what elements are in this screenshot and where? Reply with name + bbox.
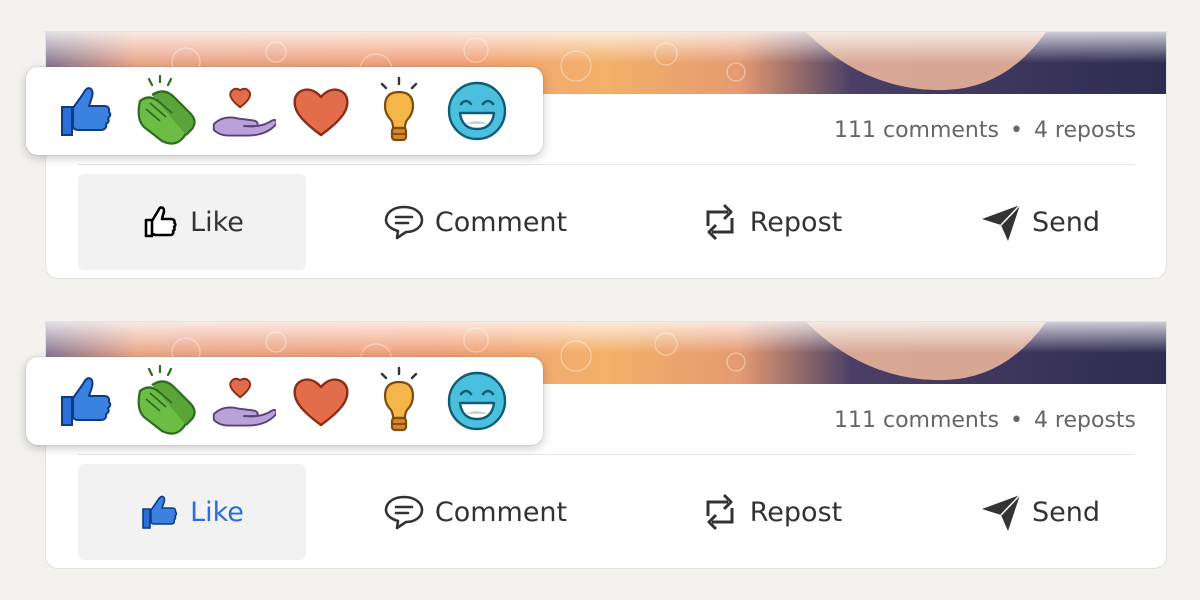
laughing-face-icon bbox=[447, 81, 507, 141]
comment-label: Comment bbox=[434, 206, 568, 238]
clapping-hands-icon bbox=[137, 365, 196, 435]
reactions-menu bbox=[26, 67, 543, 155]
reaction-love[interactable] bbox=[288, 73, 354, 149]
send-label: Send bbox=[1031, 206, 1100, 238]
divider bbox=[78, 164, 1134, 165]
repost-button[interactable]: Repost bbox=[671, 174, 871, 270]
speech-bubble-icon bbox=[384, 495, 424, 530]
post-action-bar: Like Comment Repost Send bbox=[78, 174, 1134, 270]
paper-plane-icon bbox=[981, 494, 1021, 531]
comments-count-link[interactable]: 111 comments bbox=[834, 118, 999, 143]
reposts-count-link[interactable]: 4 reposts bbox=[1034, 118, 1136, 143]
reaction-celebrate[interactable] bbox=[132, 73, 198, 149]
reaction-insightful[interactable] bbox=[366, 73, 432, 149]
reaction-funny[interactable] bbox=[444, 363, 510, 439]
reactions-menu bbox=[26, 357, 543, 445]
heart-icon bbox=[293, 378, 349, 427]
reaction-celebrate[interactable] bbox=[132, 363, 198, 439]
post-action-bar: Like Comment Repost Send bbox=[78, 464, 1134, 560]
reaction-love[interactable] bbox=[288, 363, 354, 439]
comment-button[interactable]: Comment bbox=[360, 464, 590, 560]
comments-count-link[interactable]: 111 comments bbox=[834, 408, 999, 433]
repost-arrows-icon bbox=[706, 203, 734, 241]
send-button[interactable]: Send bbox=[950, 464, 1130, 560]
laughing-face-icon bbox=[447, 371, 507, 431]
reaction-like[interactable] bbox=[54, 363, 120, 439]
send-label: Send bbox=[1031, 496, 1100, 528]
thumbs-up-icon bbox=[61, 87, 112, 136]
like-label: Like bbox=[190, 496, 244, 528]
send-button[interactable]: Send bbox=[950, 174, 1130, 270]
reposts-count-link[interactable]: 4 reposts bbox=[1034, 408, 1136, 433]
clapping-hands-icon bbox=[137, 75, 196, 145]
like-button[interactable]: Like bbox=[78, 174, 306, 270]
paper-plane-icon bbox=[981, 204, 1021, 241]
comment-label: Comment bbox=[434, 496, 568, 528]
repost-label: Repost bbox=[749, 496, 843, 528]
reaction-insightful[interactable] bbox=[366, 363, 432, 439]
lightbulb-icon bbox=[380, 366, 418, 432]
heart-icon bbox=[293, 88, 349, 137]
reaction-funny[interactable] bbox=[444, 73, 510, 149]
post-stats: 111 comments • 4 reposts bbox=[834, 118, 1136, 143]
heart-in-hand-icon bbox=[212, 87, 276, 137]
stats-separator: • bbox=[1009, 118, 1023, 143]
reaction-support[interactable] bbox=[210, 73, 276, 149]
reaction-support[interactable] bbox=[210, 363, 276, 439]
thumbs-up-outline-icon bbox=[144, 206, 177, 238]
speech-bubble-icon bbox=[384, 205, 424, 240]
lightbulb-icon bbox=[380, 76, 418, 142]
heart-in-hand-icon bbox=[212, 377, 276, 427]
thumbs-up-icon bbox=[142, 495, 178, 529]
like-label: Like bbox=[190, 206, 244, 238]
reaction-like[interactable] bbox=[54, 73, 120, 149]
divider bbox=[78, 454, 1134, 455]
repost-label: Repost bbox=[749, 206, 843, 238]
stats-separator: • bbox=[1009, 408, 1023, 433]
comment-button[interactable]: Comment bbox=[360, 174, 590, 270]
post-stats: 111 comments • 4 reposts bbox=[834, 408, 1136, 433]
thumbs-up-icon bbox=[61, 377, 112, 426]
like-button[interactable]: Like bbox=[78, 464, 306, 560]
repost-button[interactable]: Repost bbox=[671, 464, 871, 560]
repost-arrows-icon bbox=[706, 493, 734, 531]
